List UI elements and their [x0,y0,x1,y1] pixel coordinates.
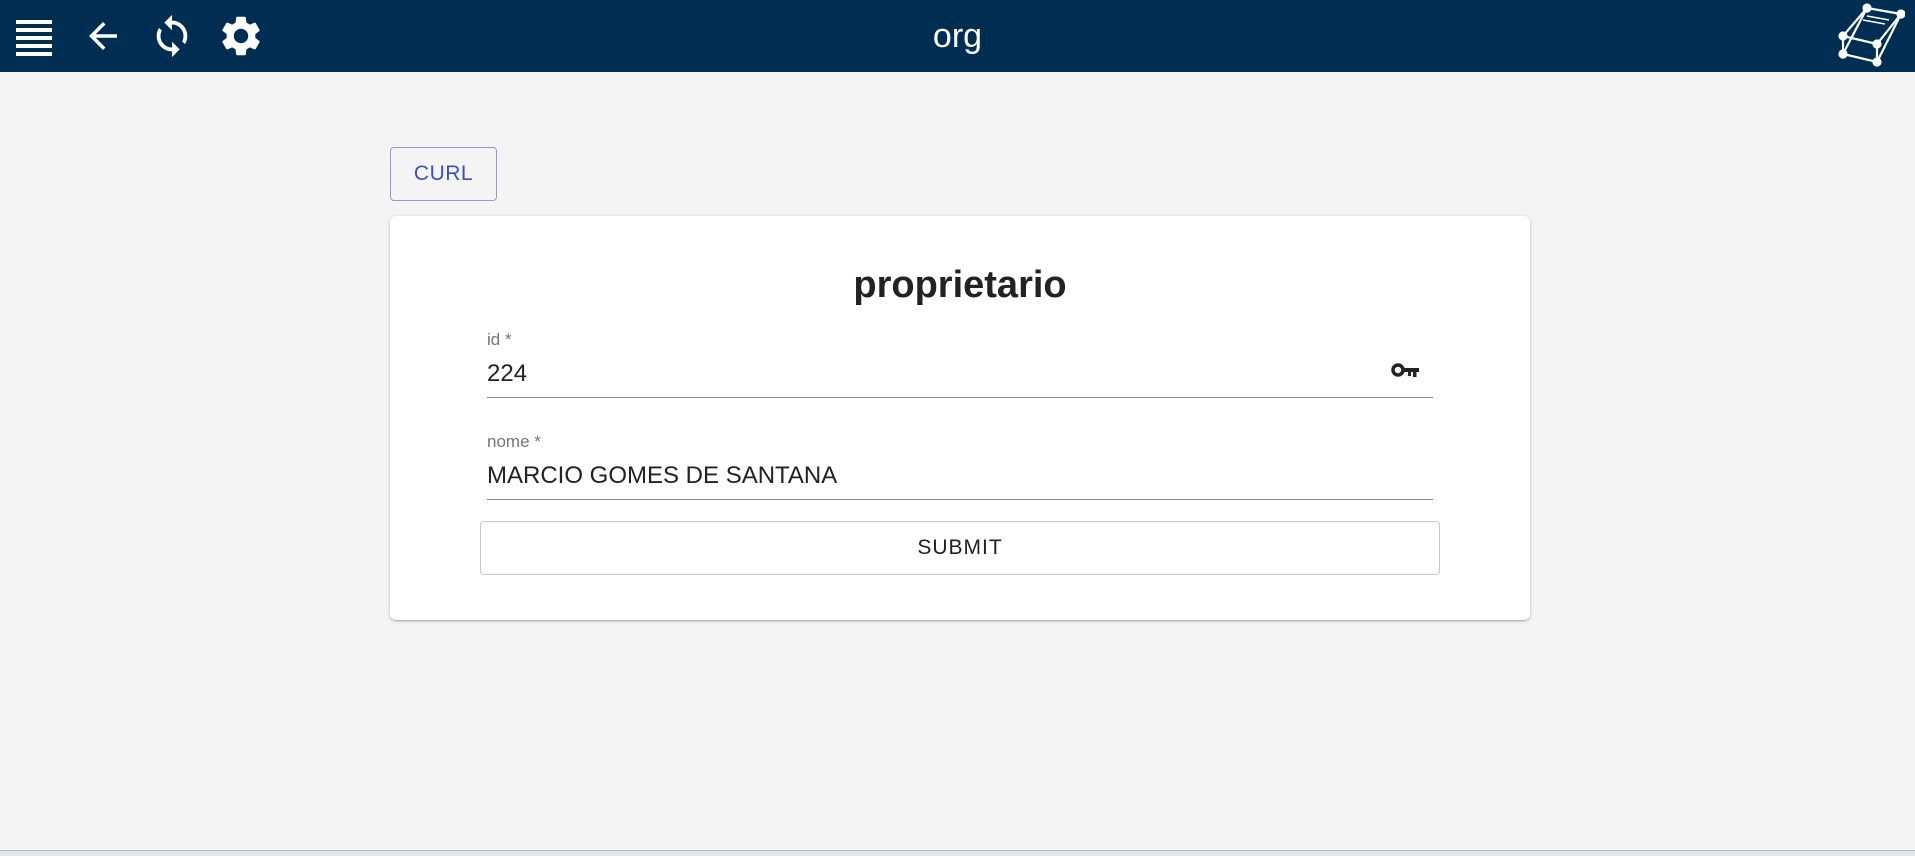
form-card: proprietario id * nome * SUBMIT [390,216,1530,620]
settings-gear-icon[interactable] [213,0,269,72]
back-arrow-icon[interactable] [75,0,131,72]
form-title: proprietario [853,264,1067,306]
nome-input[interactable] [487,458,1367,494]
curl-button[interactable]: CURL [390,147,497,201]
bottom-border [0,850,1915,856]
cube-logo-icon [1837,2,1906,68]
id-field: id * [487,330,1433,398]
top-app-bar: org [0,0,1915,72]
submit-button[interactable]: SUBMIT [480,521,1440,575]
nome-field: nome * [487,432,1433,500]
app-title: org [932,16,983,55]
menu-icon[interactable] [6,0,62,72]
key-icon [1391,360,1421,380]
id-input[interactable] [487,356,1367,392]
refresh-icon[interactable] [144,0,200,72]
nome-field-label: nome * [487,432,541,451]
id-field-label: id * [487,330,512,349]
